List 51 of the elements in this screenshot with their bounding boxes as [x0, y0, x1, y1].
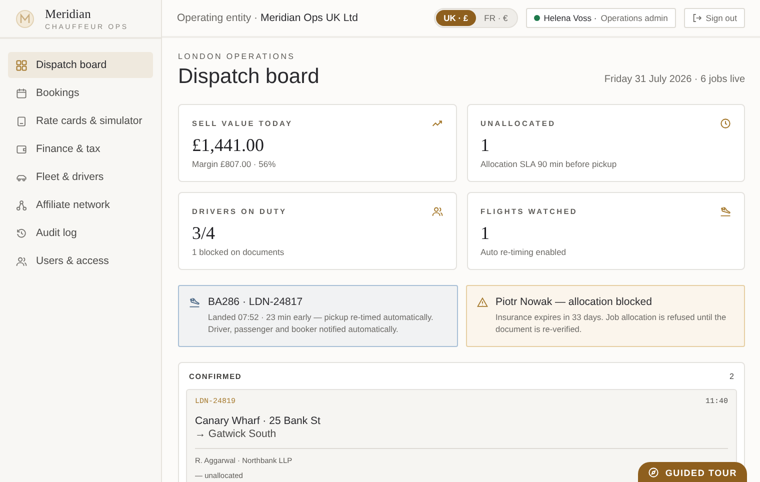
document-icon: [16, 116, 27, 126]
stat-value: 1: [480, 135, 490, 156]
pickup-location: Canary Wharf · 25 Bank St: [195, 415, 320, 427]
alert-title: Piotr Nowak — allocation blocked: [496, 296, 653, 308]
calendar-icon: [16, 88, 27, 98]
alert-text: Insurance expires in 33 days. Job allocation is refused until the document is re-verified.: [496, 311, 728, 336]
entity-label: Operating entity ·: [177, 12, 258, 24]
sidebar-item[interactable]: Bookings: [8, 80, 153, 106]
column-count: 2: [730, 372, 734, 381]
grid-icon: [16, 60, 27, 70]
wallet-icon: [16, 144, 27, 154]
network-icon: [16, 200, 27, 210]
sidebar-item[interactable]: Finance & tax: [8, 136, 153, 162]
warning-icon: [476, 297, 488, 308]
sidebar-item[interactable]: Audit log: [8, 220, 153, 246]
trend-up-icon: [432, 118, 442, 129]
users-icon: [432, 206, 442, 217]
compass-icon: [648, 467, 660, 478]
logo-icon: [15, 8, 35, 28]
sidebar-item[interactable]: Affiliate network: [8, 192, 153, 218]
sidebar-item[interactable]: Rate cards & simulator: [8, 108, 153, 134]
plane-landing-icon: [720, 206, 731, 217]
stat-value: £1,441.00: [192, 135, 265, 156]
sidebar-item[interactable]: Fleet & drivers: [8, 164, 153, 190]
clock-icon: [720, 118, 731, 129]
stat-note: Allocation SLA 90 min before pickup: [480, 159, 618, 169]
stat-value: 1: [480, 223, 490, 244]
stat-note: Auto re-timing enabled: [480, 247, 568, 257]
stat-note: Margin £807.00 · 56%: [192, 159, 277, 169]
sign-out-icon: [692, 13, 702, 23]
region-tab[interactable]: FR · €: [476, 10, 516, 26]
sidebar-item[interactable]: Dispatch board: [8, 52, 153, 78]
dropoff-location: → Gatwick South: [195, 428, 276, 440]
users-icon: [16, 256, 27, 266]
page-summary: Friday 31 July 2026 · 6 jobs live: [604, 74, 745, 87]
history-icon: [16, 228, 27, 238]
brand-name: Meridian: [45, 6, 92, 22]
region-tab[interactable]: UK · £: [436, 10, 476, 26]
sidebar-item[interactable]: Users & access: [8, 248, 153, 274]
entity-name: Meridian Ops UK Ltd: [260, 12, 358, 24]
stat-note: 1 blocked on documents: [192, 247, 286, 257]
sign-out-button[interactable]: Sign out: [684, 8, 745, 28]
alert-title: BA286 · LDN-24817: [208, 296, 304, 308]
guided-tour-button[interactable]: GUIDED TOUR: [638, 462, 747, 482]
plane-landing-icon: [189, 297, 200, 308]
stat-value: 3/4: [192, 223, 216, 244]
user-role: Operations admin: [600, 13, 668, 23]
page-title: Dispatch board: [178, 65, 320, 89]
alert-text: Landed 07:52 · 23 min early — pickup re-timed automatically. Driver, passenger and booker notified automatically.: [208, 311, 434, 336]
section-eyebrow: LONDON OPERATIONS: [178, 52, 296, 61]
user-name: Helena Voss ·: [544, 13, 597, 23]
